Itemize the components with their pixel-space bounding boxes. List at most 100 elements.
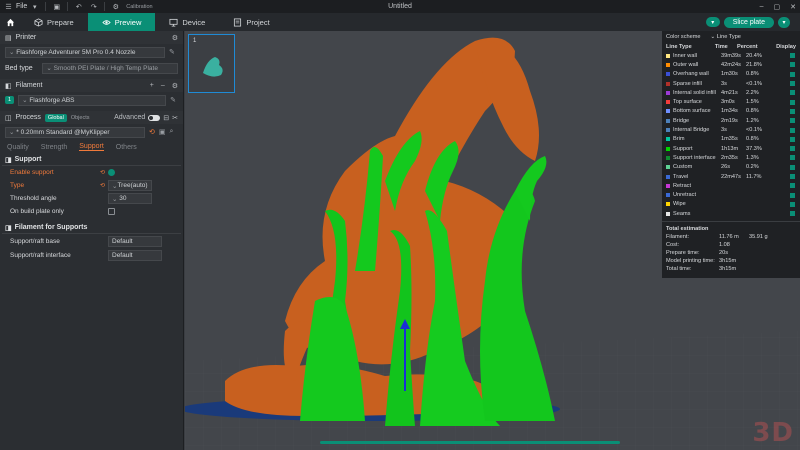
printer-select[interactable]: ⌄ Flashforge Adventurer 5M Pro 0.4 Nozzl… [5,46,165,58]
threshold-input[interactable]: ⌄ 30 [108,193,152,204]
printer-edit-icon[interactable]: ✎ [169,48,175,56]
monitor-icon [169,18,178,27]
display-toggle[interactable] [790,155,795,161]
legend-row: Custom 26s 0.2% [662,163,800,172]
legend-swatch [666,174,670,179]
undo-icon[interactable]: ↶ [74,2,83,11]
maximize-icon[interactable]: ▢ [774,3,781,11]
subtab-support[interactable]: Support [79,143,104,151]
line-type-time: 26s [721,164,731,171]
enable-support-checkbox[interactable] [108,169,115,176]
display-toggle[interactable] [790,127,795,133]
subtab-others[interactable]: Others [116,144,137,151]
support-interface-select[interactable]: Default [108,249,162,261]
plate-thumbnail[interactable]: 1 [188,34,235,93]
minimize-icon[interactable]: – [760,3,764,11]
layer-slider[interactable] [320,441,620,444]
legend-item: Retract [666,183,721,189]
divider [67,2,69,11]
tab-project-label: Project [246,17,270,27]
display-toggle[interactable] [790,201,795,207]
line-type-percent: <0.1% [746,127,763,134]
tab-preview[interactable]: Preview [87,13,156,31]
tab-device[interactable]: Device [155,13,219,31]
calibration-icon[interactable]: ⚙ [111,2,120,11]
display-toggle[interactable] [790,164,795,170]
filament-supports-icon: ◨ [5,224,12,232]
bed-type-select[interactable]: ⌄ Smooth PEI Plate / High Temp Plate [42,62,178,74]
add-filament-icon[interactable]: + [150,82,154,90]
display-toggle[interactable] [790,53,795,59]
filament-settings-icon[interactable]: ⚙ [172,82,178,90]
subtab-quality[interactable]: Quality [7,144,29,151]
legend-row: Brim 1m35s 0.8% [662,135,800,144]
display-toggle[interactable] [790,108,795,114]
tab-prepare[interactable]: Prepare [20,13,88,31]
global-toggle[interactable]: Global [44,113,67,122]
process-preset-select[interactable]: ⌄ * 0.20mm Standard @MyKlipper [5,126,145,138]
3d-preview-viewport[interactable]: 1 Color scheme ⌄ Line Type Line Type Tim… [185,31,800,450]
legend-row: Seams [662,209,800,218]
filament-edit-icon[interactable]: ✎ [170,96,176,104]
calibration-menu[interactable]: Calibration [126,4,152,10]
display-toggle[interactable] [790,146,795,152]
display-toggle[interactable] [790,136,795,142]
legend-swatch [666,146,670,151]
remove-filament-icon[interactable]: – [161,82,165,90]
line-type-percent: 20.4% [746,52,762,59]
line-type-time: 4m21s [721,89,738,96]
reset-icon[interactable]: ⟲ [100,182,108,189]
save-preset-icon[interactable]: ▣ [159,128,166,136]
reset-icon[interactable]: ⟲ [100,169,108,176]
display-toggle[interactable] [790,118,795,124]
legend-swatch [666,72,670,77]
display-toggle[interactable] [790,71,795,77]
line-type-name: Seams [673,210,691,217]
subtab-strength[interactable]: Strength [41,144,67,151]
filament-select[interactable]: ⌄ Flashforge ABS [18,94,167,106]
display-toggle[interactable] [790,183,795,189]
slice-options-button[interactable]: ▾ [778,16,790,28]
plate-dropdown-button[interactable]: ▾ [705,17,720,27]
display-toggle[interactable] [790,90,795,96]
redo-icon[interactable]: ↷ [89,2,98,11]
compare-icon[interactable]: ⊟ [163,114,169,122]
advanced-toggle[interactable] [148,114,161,121]
legend-swatch [666,193,670,198]
support-group-label: Support [14,156,42,163]
support-type-select[interactable]: ⌄ Tree(auto) [108,180,152,191]
slice-plate-button[interactable]: Slice plate [723,16,774,28]
on-build-plate-checkbox[interactable] [108,208,115,215]
support-base-select[interactable]: Default [108,235,162,247]
line-type-name: Custom [673,164,693,171]
search-icon[interactable]: ⌕ [170,128,174,136]
line-type-percent: 2.2% [746,89,759,96]
legend-item: Custom [666,164,721,170]
display-toggle[interactable] [790,192,795,198]
estimation-value: 11.76 m [719,234,739,241]
objects-toggle[interactable]: Objects [71,115,90,121]
home-tab[interactable] [0,13,20,31]
line-type-time: 1m35s [721,136,738,143]
reset-icon[interactable]: ⟲ [149,128,155,136]
display-toggle[interactable] [790,99,795,105]
line-type-percent: <0.1% [746,80,763,87]
file-menu[interactable]: ☰ File ▾ [4,2,39,11]
printer-settings-icon[interactable]: ⚙ [172,34,178,42]
save-icon[interactable]: ▣ [52,2,61,11]
color-scheme-select[interactable]: ⌄ Line Type [711,34,741,40]
display-toggle[interactable] [790,211,795,217]
home-icon [6,18,14,26]
legend-item: Top surface [666,99,721,105]
filament-icon: ◧ [5,82,12,90]
tab-project[interactable]: Project [219,13,283,31]
tools-icon[interactable]: ✂ [172,114,178,122]
close-icon[interactable]: ✕ [790,3,796,11]
legend-swatch [666,62,670,67]
display-toggle[interactable] [790,81,795,87]
legend-item: Seams [666,211,721,217]
threshold-label: Threshold angle [10,195,57,202]
display-toggle[interactable] [790,62,795,68]
display-toggle[interactable] [790,174,795,179]
plate-thumbnail-image [203,57,223,77]
